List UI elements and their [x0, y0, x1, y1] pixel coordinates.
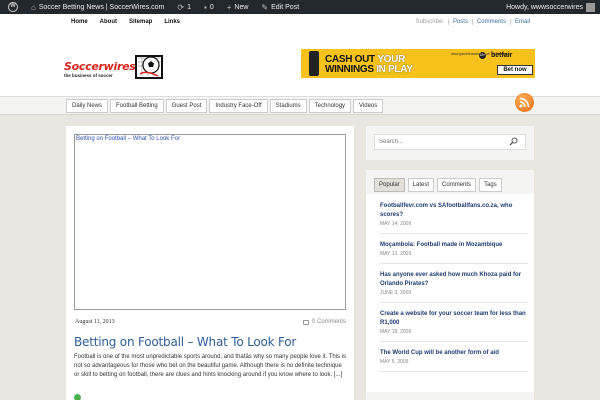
edit-post-label: Edit Post [271, 3, 300, 11]
account-menu[interactable]: Howdy, wwwsoccerwires [498, 0, 600, 14]
tab-comments[interactable]: Comments [437, 178, 477, 192]
tabbed-widget: Popular Latest Comments Tags Footballfev… [366, 170, 534, 400]
comments-count: 0 [209, 3, 214, 11]
soccer-ball-goal-icon [135, 55, 163, 79]
top-nav-about[interactable]: About [94, 19, 123, 25]
list-item: Moçambola: Football made in Mozambique M… [380, 241, 528, 264]
wordpress-logo-icon: W [8, 2, 18, 12]
pencil-icon: ✎ [261, 2, 269, 12]
subscribe-posts-link[interactable]: Posts [447, 19, 472, 25]
popular-post-link[interactable]: Create a website for your soccer team fo… [380, 310, 528, 328]
search-icon[interactable] [509, 137, 518, 146]
site-header: Home About Sitemap Links Subscribe: Post… [0, 14, 600, 100]
popular-post-link[interactable]: The World Cup will be another form of ai… [380, 349, 528, 358]
comments-link[interactable]: ▪ 0 [196, 0, 219, 14]
post-comments-link[interactable]: 0 Comments [302, 319, 346, 325]
top-nav-sitemap[interactable]: Sitemap [123, 19, 158, 25]
embed-title-link[interactable]: Betting on Football – What To Look For [76, 136, 180, 142]
tab-tags[interactable]: Tags [479, 178, 502, 192]
post-comments-count: 0 Comments [311, 319, 346, 325]
subscribe-email-link[interactable]: Email [509, 19, 534, 25]
tab-popular[interactable]: Popular [374, 178, 405, 192]
plus-icon: + [226, 2, 232, 12]
search-input[interactable] [374, 134, 526, 150]
nav-technology[interactable]: Technology [308, 99, 352, 113]
top-nav: Home About Sitemap Links [65, 19, 186, 25]
list-item: The World Cup will be another form of ai… [380, 349, 528, 372]
nav-football-betting[interactable]: Football Betting [110, 99, 164, 113]
popular-post-date: MAY 6, 2009 [380, 359, 409, 365]
nav-guest-post[interactable]: Guest Post [165, 99, 208, 113]
list-item: Create a website for your soccer team fo… [380, 310, 528, 342]
post-date: August 11, 2013 [75, 319, 115, 325]
betfair-ad-banner[interactable]: CASH OUT YOUR WINNINGS IN PLAY www.gambl… [301, 49, 535, 78]
popular-post-link[interactable]: Moçambola: Football made in Mozambique [380, 241, 528, 250]
popular-post-date: MAY 14, 2009 [380, 221, 412, 227]
nav-daily-news[interactable]: Daily News [66, 99, 109, 113]
next-widget [366, 392, 534, 400]
howdy-label: Howdy, wwwsoccerwires [506, 3, 583, 11]
bet-now-button[interactable]: Bet now [497, 65, 533, 75]
post-card: Betting on Football – What To Look For A… [66, 126, 354, 400]
site-name-link[interactable]: ⌂ Soccer Betting News | SoccerWires.com [23, 0, 169, 14]
subscribe-label: Subscribe: [415, 19, 444, 25]
sidebar-tabs: Popular Latest Comments Tags [374, 178, 502, 192]
new-label: New [234, 3, 249, 11]
list-item: Footballfevr.com vs SAfootballfans.co.za… [380, 202, 528, 234]
rss-icon [519, 97, 530, 108]
nav-videos[interactable]: Videos [353, 99, 384, 113]
banner-line2-a: WINNINGS [325, 64, 377, 75]
subscribe-bar: Subscribe: Posts Comments Email [412, 19, 534, 25]
main-nav: Daily News Football Betting Guest Post I… [0, 96, 600, 115]
nav-industry-face-off[interactable]: Industry Face-Off [209, 99, 268, 113]
home-icon: ⌂ [31, 2, 36, 12]
age-badge: 18+ [479, 52, 486, 59]
top-nav-home[interactable]: Home [65, 19, 94, 25]
nav-stadiums[interactable]: Stadiums [269, 99, 307, 113]
site-logo[interactable]: Soccerwires the business of soccer [64, 52, 168, 82]
popular-post-date: MAY 18, 2009 [380, 329, 412, 335]
avatar [586, 2, 595, 12]
popular-post-date: MAY 13, 2009 [380, 251, 412, 257]
subscribe-comments-link[interactable]: Comments [471, 19, 510, 25]
new-content-link[interactable]: + New [219, 0, 254, 14]
popular-post-link[interactable]: Has anyone ever asked how much Khoza pai… [380, 271, 528, 289]
popular-post-date: JUNE 3, 2009 [380, 290, 412, 296]
updates-link[interactable]: ⟳ 1 [169, 0, 196, 14]
popular-posts-list: Footballfevr.com vs SAfootballfans.co.za… [380, 202, 528, 379]
edit-post-link[interactable]: ✎ Edit Post [253, 0, 304, 14]
post-excerpt: Football is one of the most unpredictabl… [74, 354, 347, 378]
popular-post-link[interactable]: Footballfevr.com vs SAfootballfans.co.za… [380, 202, 528, 220]
post-video-embed[interactable]: Betting on Football – What To Look For [74, 134, 346, 310]
updates-count: 1 [187, 3, 191, 11]
updates-icon: ⟳ [177, 2, 185, 12]
comment-icon: ▪ [203, 2, 207, 12]
logo-tagline: the business of soccer [64, 73, 113, 78]
phone-icon [309, 51, 319, 76]
wordpress-menu[interactable]: W [0, 0, 23, 14]
top-nav-links[interactable]: Links [158, 19, 186, 25]
read-more-icon[interactable] [74, 394, 81, 400]
rss-feed-button[interactable] [515, 93, 534, 112]
site-name-label: Soccer Betting News | SoccerWires.com [38, 3, 165, 11]
list-item: Has anyone ever asked how much Khoza pai… [380, 271, 528, 303]
admin-bar: W ⌂ Soccer Betting News | SoccerWires.co… [0, 0, 600, 14]
betfair-logo: betfair [491, 52, 513, 59]
comment-bubble-icon [302, 319, 309, 325]
search-widget [366, 126, 534, 160]
logo-name: Soccerwires [64, 60, 136, 73]
banner-line2-b: IN PLAY [376, 64, 413, 75]
post-title-link[interactable]: Betting on Football – What To Look For [74, 335, 296, 349]
tab-latest[interactable]: Latest [407, 178, 435, 192]
